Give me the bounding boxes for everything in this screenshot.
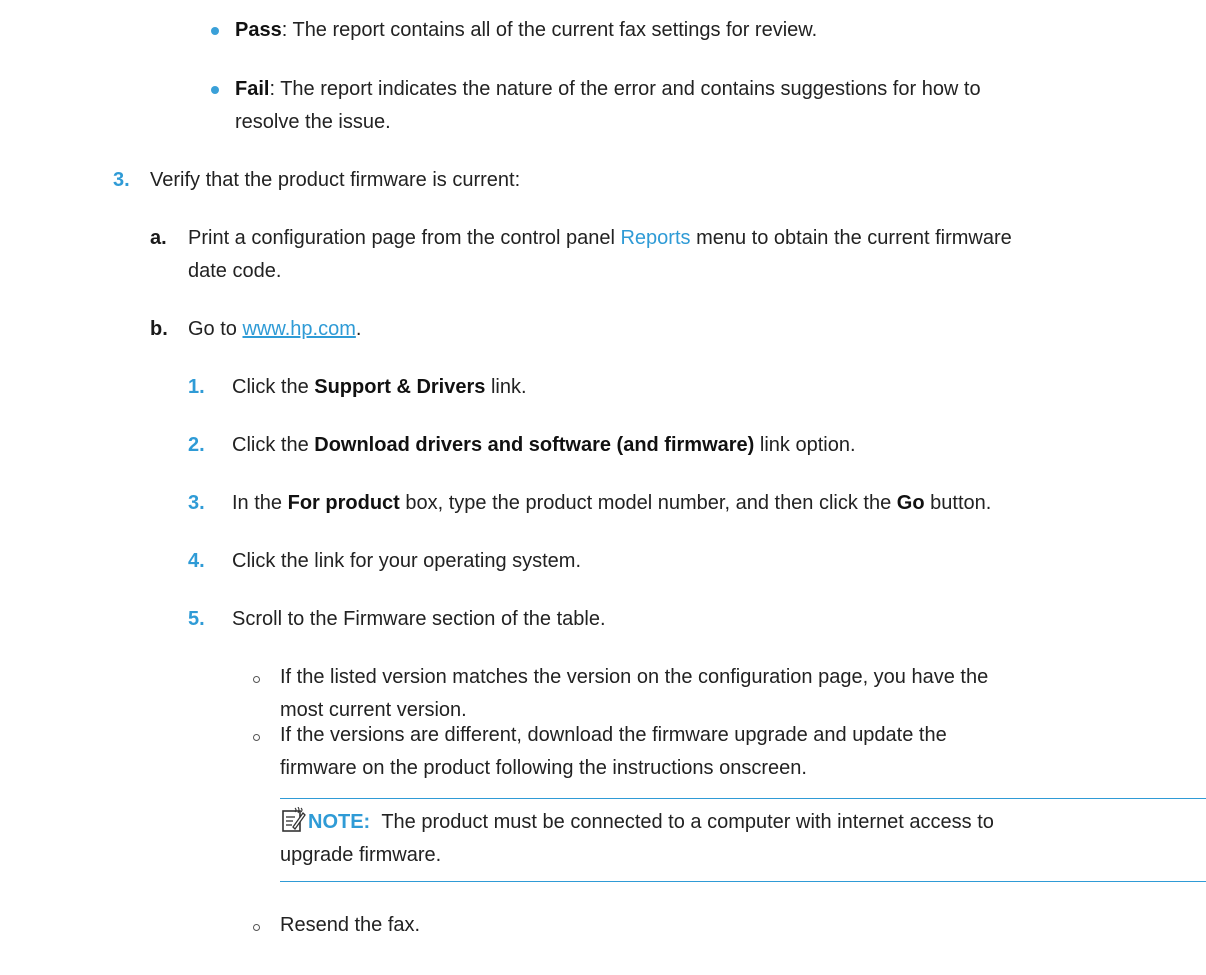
note-line-2: upgrade firmware.: [280, 844, 442, 866]
subbullet-text: If the listed version matches the versio…: [280, 666, 989, 688]
text-segment: Print a configuration page from the cont…: [188, 227, 621, 249]
list-item: In the For product box, type the product…: [232, 487, 991, 520]
subbullet-ring: [253, 924, 260, 931]
subbullet-text: firmware on the product following the in…: [280, 757, 807, 779]
bullet-dot: [211, 27, 219, 35]
list-item: Scroll to the Firmware section of the ta…: [232, 608, 606, 630]
ui-label: Go: [896, 492, 925, 514]
bullet-fail: Fail: The report indicates the nature of…: [235, 73, 981, 106]
substep-a-text: Print a configuration page from the cont…: [188, 222, 1012, 255]
note-line-1: NOTE: The product must be connected to a…: [308, 806, 994, 839]
hp-website-link[interactable]: www.hp.com: [242, 318, 355, 340]
subbullet-ring: [253, 676, 260, 683]
ui-label: Support & Drivers: [314, 376, 486, 398]
text-segment: .: [355, 318, 362, 340]
bullet-term: Fail: [235, 78, 270, 100]
note-label: NOTE:: [308, 811, 371, 833]
list-item: Click the Download drivers and software …: [232, 429, 856, 462]
note-icon: [282, 807, 306, 832]
note-text: The product must be connected to a compu…: [381, 811, 994, 833]
text-segment: Click the: [232, 376, 315, 398]
step-number: 3.: [113, 169, 130, 191]
list-item: Click the link for your operating system…: [232, 550, 582, 572]
list-number: 3.: [188, 492, 205, 514]
substep-letter: a.: [150, 227, 167, 249]
list-number: 4.: [188, 550, 205, 572]
substep-letter: b.: [150, 318, 168, 340]
text-segment: Go to: [188, 318, 243, 340]
substep-b-text: Go to www.hp.com.: [188, 313, 361, 346]
reports-menu-link[interactable]: Reports: [620, 227, 690, 249]
text-segment: link.: [485, 376, 527, 398]
bullet-text: : The report indicates the nature of the…: [269, 78, 981, 100]
bullet-dot: [211, 86, 219, 94]
ui-label: Download drivers and software (and firmw…: [314, 434, 755, 456]
note-box: NOTE: The product must be connected to a…: [280, 798, 1206, 882]
text-segment: button.: [924, 492, 992, 514]
text-segment: Click the: [232, 434, 315, 456]
ui-label: For product: [287, 492, 400, 514]
step-text: Verify that the product firmware is curr…: [150, 169, 521, 191]
text-segment: In the: [232, 492, 288, 514]
bullet-fail-line2: resolve the issue.: [235, 111, 391, 133]
list-number: 5.: [188, 608, 205, 630]
text-segment: menu to obtain the current firmware: [690, 227, 1012, 249]
list-number: 1.: [188, 376, 205, 398]
subbullet-ring: [253, 734, 260, 741]
bullet-text: : The report contains all of the current…: [281, 19, 818, 41]
text-segment: link option.: [754, 434, 856, 456]
subbullet-text: Resend the fax.: [280, 914, 421, 936]
list-number: 2.: [188, 434, 205, 456]
list-item: Click the Support & Drivers link.: [232, 371, 527, 404]
subbullet-text: If the versions are different, download …: [280, 724, 947, 746]
bullet-pass: Pass: The report contains all of the cur…: [235, 14, 817, 47]
bullet-term: Pass: [235, 19, 282, 41]
substep-a-line2: date code.: [188, 260, 282, 282]
text-segment: box, type the product model number, and …: [399, 492, 897, 514]
